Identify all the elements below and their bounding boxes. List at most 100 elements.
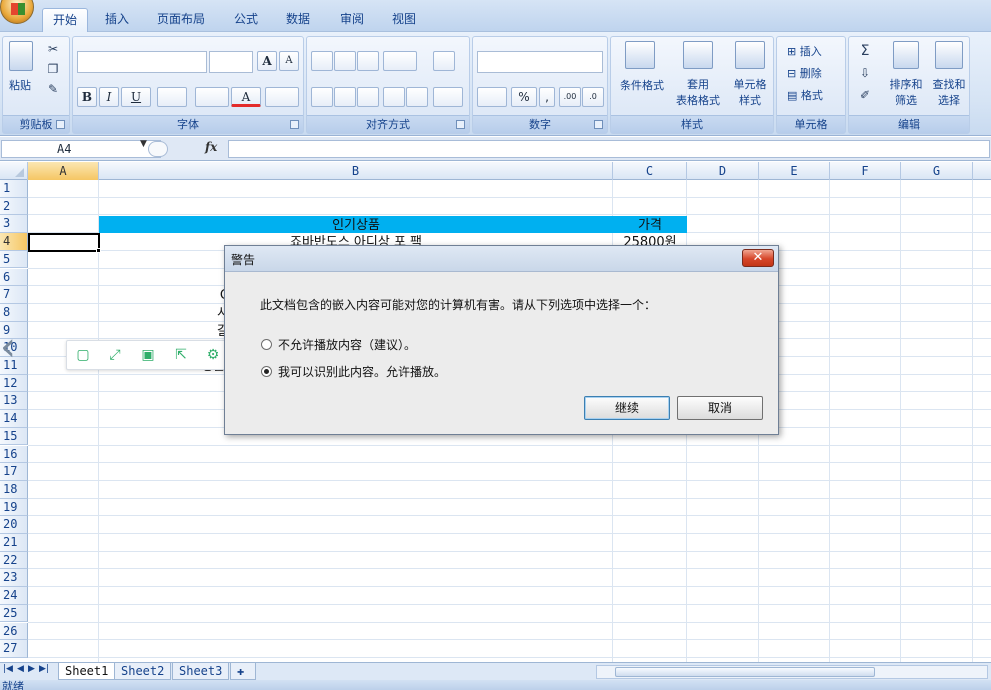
formula-input[interactable]	[228, 140, 990, 158]
sheet-tab-2[interactable]: Sheet2	[114, 663, 172, 680]
row-header[interactable]: 3	[0, 215, 28, 234]
align-bottom-button[interactable]	[357, 51, 379, 71]
column-header-d[interactable]: D	[687, 162, 759, 180]
row-header[interactable]: 8	[0, 303, 28, 322]
column-header-g[interactable]: G	[901, 162, 973, 180]
copy-icon[interactable]: ❐	[43, 59, 63, 79]
increase-decimal-button[interactable]: .00	[559, 87, 581, 107]
font-name-combo[interactable]	[77, 51, 207, 73]
select-all-button[interactable]	[0, 162, 28, 180]
tab-review[interactable]: 审阅	[330, 8, 374, 32]
cancel-button[interactable]: 取消	[677, 396, 763, 420]
autosum-icon[interactable]: Σ	[855, 41, 875, 61]
cell-b8[interactable]: 시	[99, 305, 229, 322]
find-select-icon[interactable]	[935, 41, 963, 69]
decrease-decimal-button[interactable]: .0	[582, 87, 604, 107]
format-as-table-icon[interactable]	[683, 41, 713, 69]
tab-view[interactable]: 视图	[382, 8, 426, 32]
italic-button[interactable]: I	[99, 87, 119, 107]
percent-button[interactable]: %	[511, 87, 537, 107]
row-header[interactable]: 27	[0, 640, 28, 658]
cell-b3[interactable]: 인기상품	[99, 217, 613, 234]
continue-button[interactable]: 继续	[584, 396, 670, 420]
font-launcher-icon[interactable]	[290, 120, 299, 129]
horizontal-scroll-thumb[interactable]	[615, 667, 875, 677]
accounting-format-button[interactable]	[477, 87, 507, 107]
first-sheet-icon[interactable]: |◀	[3, 664, 13, 674]
align-top-button[interactable]	[311, 51, 333, 71]
number-format-combo[interactable]	[477, 51, 603, 73]
prev-sheet-icon[interactable]: ◀	[17, 664, 24, 674]
name-box-dropdown-icon[interactable]: ▼	[140, 139, 147, 149]
row-header[interactable]: 19	[0, 498, 28, 517]
font-size-combo[interactable]	[209, 51, 253, 73]
row-header[interactable]: 13	[0, 392, 28, 411]
row-header[interactable]: 25	[0, 604, 28, 623]
row-header[interactable]: 14	[0, 410, 28, 428]
row-header[interactable]: 16	[0, 445, 28, 464]
find-select-label[interactable]: 查找和 选择	[927, 77, 971, 109]
format-as-table-label[interactable]: 套用 表格格式	[669, 77, 727, 109]
sheet-tab-1[interactable]: Sheet1	[58, 663, 116, 680]
borders-button[interactable]	[157, 87, 187, 107]
row-header[interactable]: 6	[0, 268, 28, 287]
insert-cells-button[interactable]: ⊞ 插入	[787, 43, 822, 59]
active-cell-a4[interactable]	[28, 233, 100, 252]
expand-icon[interactable]: ⤢	[107, 347, 123, 363]
column-header-c[interactable]: C	[613, 162, 687, 180]
row-header[interactable]: 26	[0, 622, 28, 641]
row-header[interactable]: 2	[0, 197, 28, 216]
column-header-e[interactable]: E	[759, 162, 830, 180]
row-header[interactable]: 5	[0, 250, 28, 269]
row-header[interactable]: 23	[0, 569, 28, 588]
share-icon[interactable]: ⇱	[173, 347, 189, 363]
tab-home[interactable]: 开始	[42, 8, 89, 32]
save-icon[interactable]: ▣	[140, 347, 156, 363]
row-header[interactable]: 12	[0, 374, 28, 393]
option-block-label[interactable]: 不允许播放内容（建议）。	[278, 337, 416, 353]
clear-icon[interactable]: ✐	[855, 85, 875, 105]
bold-button[interactable]: B	[77, 87, 97, 107]
align-left-button[interactable]	[311, 87, 333, 107]
fill-color-button[interactable]	[195, 87, 229, 107]
row-header[interactable]: 1	[0, 180, 28, 198]
paste-label[interactable]: 粘贴	[9, 77, 31, 93]
last-sheet-icon[interactable]: ▶|	[39, 664, 49, 674]
row-header[interactable]: 7	[0, 286, 28, 304]
column-header-f[interactable]: F	[830, 162, 901, 180]
clipboard-launcher-icon[interactable]	[56, 120, 65, 129]
fill-handle[interactable]	[96, 248, 101, 253]
insert-function-icon[interactable]: fx	[205, 140, 217, 154]
cell-styles-icon[interactable]	[735, 41, 765, 69]
dialog-title-bar[interactable]: 警告 ✕	[225, 246, 778, 272]
tab-formulas[interactable]: 公式	[224, 8, 268, 32]
align-right-button[interactable]	[357, 87, 379, 107]
underline-button[interactable]: U	[121, 87, 151, 107]
format-painter-icon[interactable]: ✎	[43, 79, 63, 99]
insert-sheet-icon[interactable]: ✚	[230, 663, 256, 680]
option-allow-label[interactable]: 我可以识别此内容。允许播放。	[278, 364, 446, 380]
alignment-launcher-icon[interactable]	[456, 120, 465, 129]
delete-cells-button[interactable]: ⊟ 删除	[787, 65, 822, 81]
tab-page-layout[interactable]: 页面布局	[147, 8, 215, 32]
row-header[interactable]: 15	[0, 427, 28, 446]
increase-indent-button[interactable]	[406, 87, 428, 107]
column-header-b[interactable]: B	[99, 162, 613, 180]
row-header[interactable]: 17	[0, 463, 28, 481]
settings-icon[interactable]: ⚙	[205, 347, 221, 363]
sheet-tab-3[interactable]: Sheet3	[172, 663, 230, 680]
sort-filter-label[interactable]: 排序和 筛选	[883, 77, 929, 109]
row-header[interactable]: 21	[0, 534, 28, 552]
radio-allow-content[interactable]	[261, 366, 272, 377]
number-launcher-icon[interactable]	[594, 120, 603, 129]
tab-data[interactable]: 数据	[276, 8, 320, 32]
next-sheet-icon[interactable]: ▶	[28, 664, 35, 674]
conditional-format-icon[interactable]	[625, 41, 655, 69]
cell-b9[interactable]: 갈	[99, 323, 229, 340]
decrease-indent-button[interactable]	[383, 87, 405, 107]
row-header[interactable]: 4	[0, 233, 28, 251]
chevron-left-icon[interactable]: ‹	[0, 327, 24, 371]
cell-styles-label[interactable]: 单元格 样式	[727, 77, 773, 109]
fill-icon[interactable]: ⇩	[855, 63, 875, 83]
format-cells-button[interactable]: ▤ 格式	[787, 87, 823, 103]
